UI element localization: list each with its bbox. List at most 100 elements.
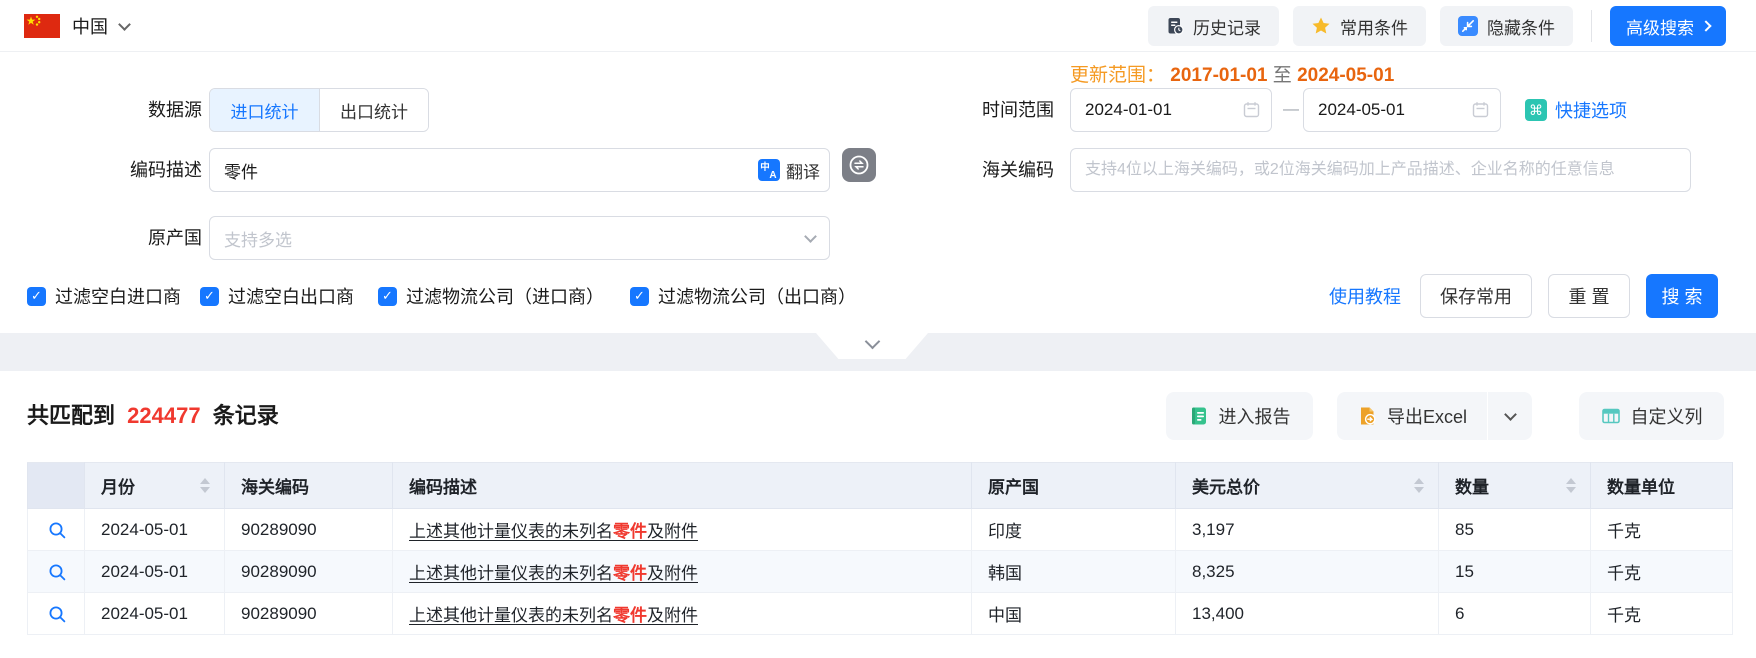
chevron-right-icon xyxy=(1700,20,1712,32)
translate-button[interactable]: 中 A 翻译 xyxy=(758,158,820,182)
top-bar: 中国 历史记录 常用条件 隐藏条件 高级搜索 xyxy=(0,0,1756,52)
checkbox-checked-icon: ✓ xyxy=(378,286,397,306)
tab-export-stats[interactable]: 出口统计 xyxy=(319,89,428,131)
origin-country-select[interactable]: 支持多选 xyxy=(209,216,830,260)
checkbox-checked-icon: ✓ xyxy=(630,286,649,306)
star-icon xyxy=(1312,17,1330,34)
hs-code-input[interactable] xyxy=(1070,148,1691,192)
customize-columns-button[interactable]: 自定义列 xyxy=(1579,392,1724,440)
customize-columns-label: 自定义列 xyxy=(1630,407,1703,427)
header-quantity[interactable]: 数量 xyxy=(1438,462,1591,509)
hs-code-label: 海关编码 xyxy=(982,160,1054,180)
sort-quantity-icon[interactable] xyxy=(1566,478,1576,493)
tab-import-stats[interactable]: 进口统计 xyxy=(210,89,319,131)
favorite-conditions-label: 常用条件 xyxy=(1340,18,1408,38)
checkbox-label: 过滤空白进口商 xyxy=(55,287,181,307)
history-icon xyxy=(1168,18,1184,35)
translate-label: 翻译 xyxy=(786,162,820,182)
checkbox-filter-logistics-importer[interactable]: ✓ 过滤物流公司（进口商） xyxy=(378,274,604,318)
header-usd-total[interactable]: 美元总价 xyxy=(1175,462,1439,509)
history-button[interactable]: 历史记录 xyxy=(1148,6,1279,46)
quick-options-button[interactable]: ⌘ 快捷选项 xyxy=(1525,88,1627,132)
export-excel-button[interactable]: 导出Excel xyxy=(1337,392,1488,440)
cell-origin: 韩国 xyxy=(971,550,1176,593)
code-desc-input[interactable] xyxy=(209,148,830,192)
date-from-input[interactable] xyxy=(1070,88,1272,132)
update-range-from: 2017-01-01 xyxy=(1170,65,1268,86)
cell-month: 2024-05-01 xyxy=(84,508,225,551)
data-source-label: 数据源 xyxy=(148,100,202,120)
table-row: 2024-05-01 90289090 上述其他计量仪表的未列名零件及附件 韩国… xyxy=(27,550,1733,593)
quick-options-icon: ⌘ xyxy=(1525,99,1547,121)
time-range-label: 时间范围 xyxy=(982,100,1054,120)
columns-icon xyxy=(1601,408,1620,424)
header-usd-total-label: 美元总价 xyxy=(1192,478,1260,497)
tutorial-link[interactable]: 使用教程 xyxy=(1329,274,1401,318)
cell-unit: 千克 xyxy=(1590,508,1733,551)
calendar-icon[interactable] xyxy=(1472,101,1489,118)
data-source-toggle: 进口统计 出口统计 xyxy=(209,88,429,132)
hide-conditions-button[interactable]: 隐藏条件 xyxy=(1440,6,1573,46)
svg-text:A: A xyxy=(769,170,776,181)
cell-description: 上述其他计量仪表的未列名零件及附件 xyxy=(392,592,972,635)
date-separator: — xyxy=(1283,101,1299,118)
description-text: 上述其他计量仪表的未列名 xyxy=(409,606,613,625)
row-detail-search-icon[interactable] xyxy=(48,521,67,540)
checkbox-checked-icon: ✓ xyxy=(200,286,219,306)
chevron-down-icon xyxy=(804,229,817,243)
match-summary: 共匹配到 224477 条记录 xyxy=(27,398,279,430)
hide-conditions-label: 隐藏条件 xyxy=(1487,18,1555,38)
cell-month: 2024-05-01 xyxy=(84,550,225,593)
checkbox-filter-logistics-exporter[interactable]: ✓ 过滤物流公司（出口商） xyxy=(630,274,856,318)
export-options-dropdown[interactable] xyxy=(1487,392,1533,440)
translate-icon: 中 A xyxy=(758,159,780,181)
header-unit-label: 数量单位 xyxy=(1607,478,1675,497)
cell-origin: 中国 xyxy=(971,592,1176,635)
reset-button[interactable]: 重 置 xyxy=(1548,274,1630,318)
checkbox-checked-icon: ✓ xyxy=(27,286,46,306)
checkbox-label: 过滤物流公司（进口商） xyxy=(406,287,604,307)
update-range-label: 更新范围： xyxy=(1070,65,1166,86)
cell-description: 上述其他计量仪表的未列名零件及附件 xyxy=(392,550,972,593)
calendar-icon[interactable] xyxy=(1243,101,1260,118)
header-month[interactable]: 月份 xyxy=(84,462,225,509)
sort-month-icon[interactable] xyxy=(200,478,210,493)
header-origin-label: 原产国 xyxy=(988,478,1039,497)
save-favorite-button[interactable]: 保存常用 xyxy=(1420,274,1532,318)
cell-usd-total: 3,197 xyxy=(1175,508,1439,551)
china-flag-icon xyxy=(24,14,60,38)
search-button[interactable]: 搜 索 xyxy=(1646,274,1718,318)
results-table: 月份 海关编码 编码描述 原产国 美元总价 数量 数量单位 2024-05-01… xyxy=(27,462,1733,635)
match-prefix: 共匹配到 xyxy=(27,403,116,428)
row-detail-search-icon[interactable] xyxy=(48,605,67,624)
header-hs-code: 海关编码 xyxy=(224,462,393,509)
cell-usd-total: 13,400 xyxy=(1175,592,1439,635)
header-quantity-label: 数量 xyxy=(1455,478,1489,497)
collapse-icon xyxy=(1458,16,1478,36)
table-row: 2024-05-01 90289090 上述其他计量仪表的未列名零件及附件 印度… xyxy=(27,508,1733,551)
header-description: 编码描述 xyxy=(392,462,972,509)
favorite-conditions-button[interactable]: 常用条件 xyxy=(1293,6,1426,46)
description-text: 上述其他计量仪表的未列名 xyxy=(409,522,613,541)
enter-report-button[interactable]: 进入报告 xyxy=(1166,392,1313,440)
cell-hs-code: 90289090 xyxy=(224,592,393,635)
enter-report-label: 进入报告 xyxy=(1218,407,1291,427)
description-highlight: 零件 xyxy=(613,564,647,583)
sort-usd-icon[interactable] xyxy=(1414,478,1424,493)
match-suffix: 条记录 xyxy=(212,403,279,428)
row-detail-search-icon[interactable] xyxy=(48,563,67,582)
header-description-label: 编码描述 xyxy=(409,478,477,497)
origin-country-placeholder: 支持多选 xyxy=(224,230,292,250)
checkbox-filter-blank-exporter[interactable]: ✓ 过滤空白出口商 xyxy=(200,274,354,318)
chevron-down-icon xyxy=(864,333,880,350)
cell-origin: 印度 xyxy=(971,508,1176,551)
header-select-column xyxy=(27,462,85,509)
country-selector[interactable]: 中国 xyxy=(24,6,131,46)
cell-hs-code: 90289090 xyxy=(224,550,393,593)
description-highlight: 零件 xyxy=(613,522,647,541)
checkbox-filter-blank-importer[interactable]: ✓ 过滤空白进口商 xyxy=(27,274,181,318)
cell-month: 2024-05-01 xyxy=(84,592,225,635)
export-excel-group: 导出Excel xyxy=(1337,392,1533,440)
advanced-search-button[interactable]: 高级搜索 xyxy=(1610,6,1726,46)
header-month-label: 月份 xyxy=(101,478,135,497)
